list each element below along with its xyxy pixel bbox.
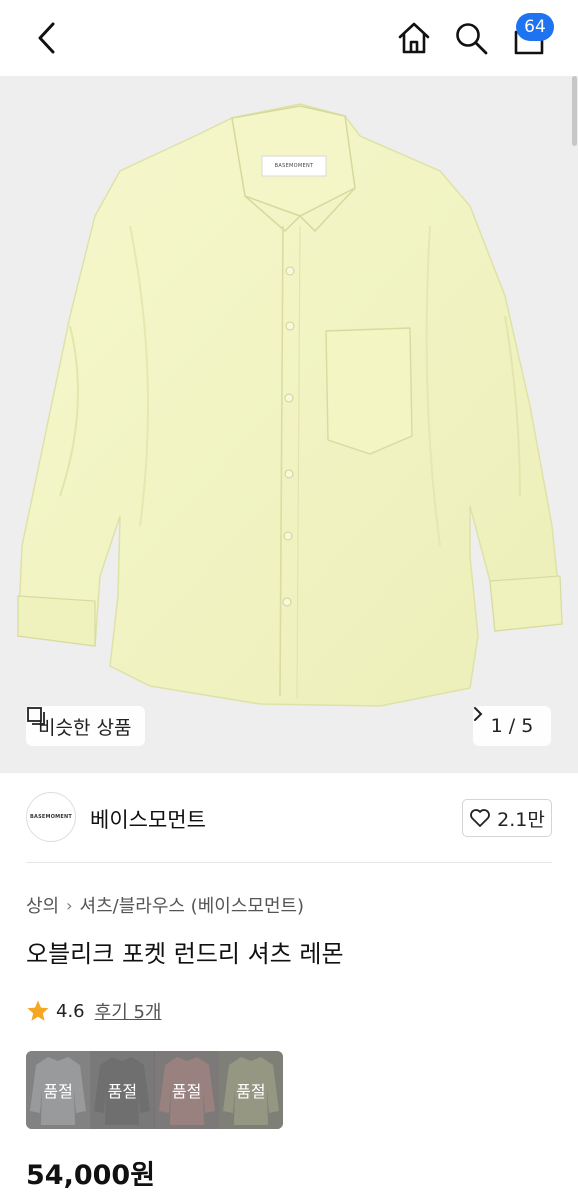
breadcrumb-item-top[interactable]: 상의 [26, 892, 59, 918]
color-options: 품절 품절 품절 품절 [26, 1051, 283, 1129]
divider [26, 862, 552, 863]
search-icon [456, 23, 488, 55]
soldout-label: 품절 [154, 1051, 219, 1129]
soldout-label: 품절 [90, 1051, 155, 1129]
similar-products-icon [27, 707, 45, 725]
pager-text: 1 / 5 [490, 715, 534, 737]
like-button[interactable]: 2.1만 [462, 799, 552, 837]
brand-logo-text: BASEMOMENT [30, 814, 72, 820]
product-image-carousel[interactable]: BASEMOMENT 비슷한 상품 1 / 5 [0, 76, 578, 773]
breadcrumb-item-category[interactable]: 셔츠/블라우스 (베이스모먼트) [80, 892, 305, 918]
product-price: 54,000원 [26, 1160, 156, 1191]
product-image [17, 103, 563, 707]
color-option[interactable]: 품절 [218, 1051, 283, 1129]
soldout-label: 품절 [26, 1051, 91, 1129]
scroll-indicator[interactable] [572, 76, 577, 146]
chevron-right-icon: › [66, 895, 73, 915]
rating-row: 4.6 후기 5개 [26, 998, 162, 1024]
home-icon [398, 22, 430, 54]
image-pager[interactable]: 1 / 5 [473, 706, 551, 746]
similar-products-label: 비슷한 상품 [38, 716, 132, 739]
heart-icon [470, 809, 491, 827]
brand-name[interactable]: 베이스모먼트 [90, 804, 206, 834]
color-option[interactable]: 품절 [26, 1051, 91, 1129]
rating-value: 4.6 [56, 1000, 85, 1022]
product-title: 오블리크 포켓 런드리 셔츠 레몬 [26, 940, 344, 968]
color-option[interactable]: 품절 [154, 1051, 219, 1129]
color-option[interactable]: 품절 [90, 1051, 155, 1129]
breadcrumb: 상의 › 셔츠/블라우스 (베이스모먼트) [26, 892, 304, 918]
like-count: 2.1만 [497, 808, 545, 831]
brand-row: BASEMOMENT 베이스모먼트 2.1만 [26, 790, 552, 852]
chevron-right-icon [474, 707, 483, 721]
shirt-label: BASEMOMENT [274, 163, 314, 169]
brand-logo[interactable]: BASEMOMENT [26, 792, 76, 842]
review-link[interactable]: 후기 5개 [95, 998, 162, 1024]
top-bar: 64 [0, 0, 578, 76]
star-icon [27, 1000, 49, 1021]
soldout-label: 품절 [218, 1051, 283, 1129]
search-button[interactable] [451, 16, 491, 60]
home-button[interactable] [394, 16, 434, 60]
back-button[interactable] [28, 18, 64, 58]
similar-products-button[interactable]: 비슷한 상품 [26, 706, 146, 746]
cart-count-badge: 64 [516, 13, 554, 41]
back-arrow-icon [38, 22, 55, 54]
